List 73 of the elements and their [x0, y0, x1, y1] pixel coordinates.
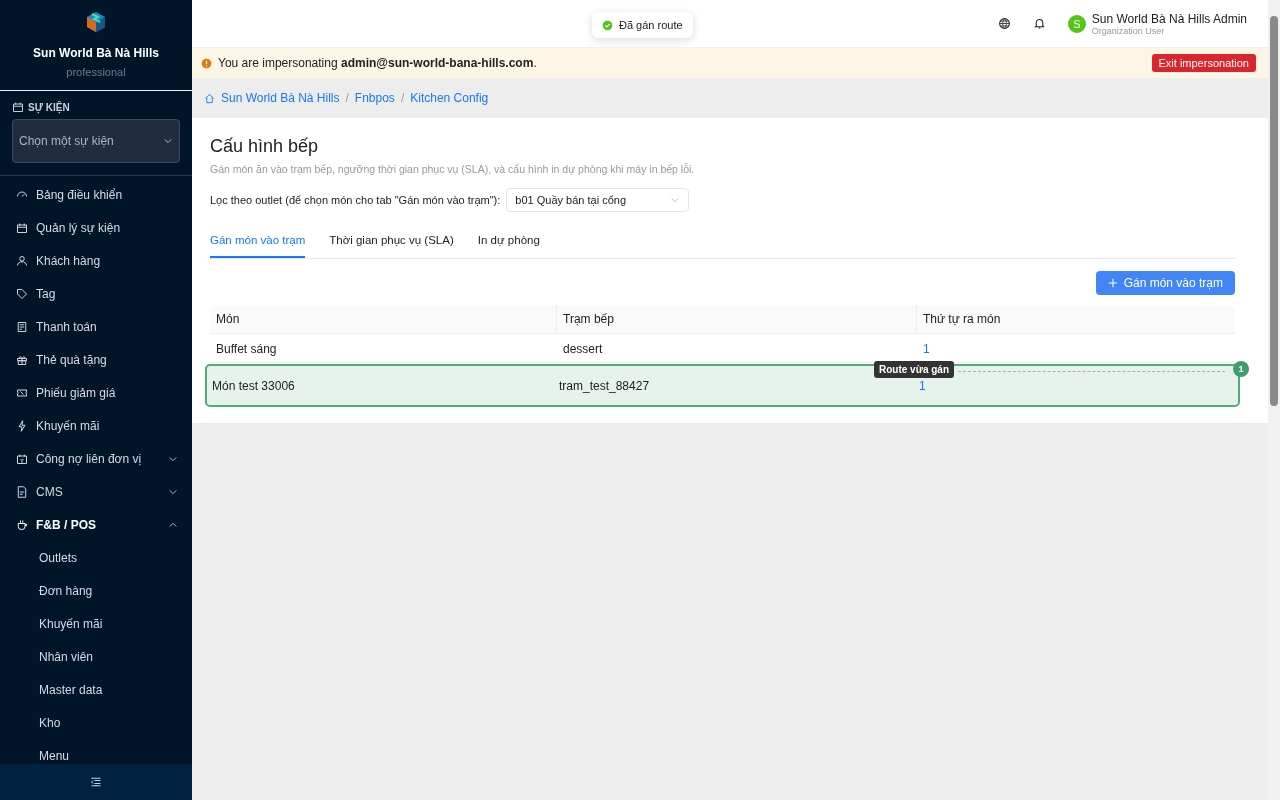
- table-cell-text: dessert: [562, 341, 604, 358]
- table-cell-text: tram_test_88427: [558, 378, 651, 395]
- sidebar-subitem[interactable]: Nhân viên: [0, 640, 192, 673]
- sidebar-subitem[interactable]: Outlets: [0, 541, 192, 574]
- exit-impersonation-button[interactable]: Exit impersonation: [1151, 54, 1256, 72]
- tab[interactable]: Gán món vào trạm: [210, 222, 306, 258]
- sidebar-subitem[interactable]: Kho: [0, 706, 192, 739]
- table-cell-text: 1: [922, 341, 931, 358]
- tag-icon: [16, 287, 28, 300]
- tooltip: Route vừa gán: [874, 361, 955, 378]
- collapse-menu-icon[interactable]: [90, 776, 102, 788]
- sidebar-subitem[interactable]: Khuyến mãi: [0, 607, 192, 640]
- sidebar-subitem[interactable]: Đơn hàng: [0, 574, 192, 607]
- sidebar-item[interactable]: Khách hàng: [0, 244, 192, 277]
- bell-icon[interactable]: [1032, 17, 1046, 30]
- chevron-down-icon: [163, 136, 173, 146]
- section-label: SỰ KIỆN: [28, 101, 70, 113]
- sidebar-item[interactable]: F&B / POS: [0, 508, 192, 541]
- user-name: Sun World Bà Nà Hills Admin: [1091, 11, 1247, 26]
- sidebar-item[interactable]: Bảng điều khiển: [0, 178, 192, 211]
- outlet-select[interactable]: b01 Quầy bán tại cổng: [506, 188, 690, 212]
- page-title: Cấu hình bếp: [210, 136, 320, 157]
- table-cell-text: 1: [918, 378, 927, 395]
- page-subtitle: Gán món ăn vào trạm bếp, ngưỡng thời gian phục vụ (SLA), và cấu hình in dự phòng khi máy in bếp lỗi.: [210, 163, 696, 175]
- scrollbar[interactable]: [1268, 0, 1280, 800]
- sidebar-subitem[interactable]: Master data: [0, 673, 192, 706]
- sidebar-item[interactable]: CMS: [0, 475, 192, 508]
- sidebar-subitem[interactable]: Menu: [0, 739, 192, 764]
- calendar-icon: [12, 101, 24, 113]
- sidebar-item[interactable]: Thanh toán: [0, 310, 192, 343]
- sidebar-item[interactable]: Thẻ quà tặng: [0, 343, 192, 376]
- brand-name: Sun World Bà Nà Hills: [33, 46, 159, 60]
- tab[interactable]: In dự phòng: [477, 222, 540, 258]
- chevron-down-icon: [670, 195, 681, 205]
- sidebar-item[interactable]: Phiếu giảm giá: [0, 376, 192, 409]
- check-circle-icon: [602, 19, 613, 31]
- sidebar-item[interactable]: Khuyến mãi: [0, 409, 192, 442]
- breadcrumb-link[interactable]: Fnbpos: [354, 91, 395, 105]
- gift-icon: [16, 353, 28, 366]
- bolt-icon: [16, 419, 28, 432]
- table-cell-text: Buffet sáng: [215, 341, 278, 358]
- globe-icon[interactable]: [997, 17, 1011, 30]
- calendar-icon: [16, 452, 28, 465]
- user-role: Organization User: [1091, 25, 1166, 36]
- receipt-icon: [16, 320, 28, 333]
- add-button[interactable]: Gán món vào trạm: [1095, 271, 1235, 295]
- breadcrumb-separator: /: [400, 91, 405, 105]
- tab[interactable]: Thời gian phục vụ (SLA): [329, 222, 454, 258]
- table-cell-text: Món test 33006: [211, 378, 296, 395]
- sidebar-item[interactable]: Công nợ liên đơn vị: [0, 442, 192, 475]
- warning-icon: [201, 57, 212, 69]
- cube-logo-icon: [84, 10, 108, 34]
- banner-text: You are impersonating admin@sun-world-bana-hills.com.: [218, 56, 538, 70]
- breadcrumb-link[interactable]: Sun World Bà Nà Hills: [221, 91, 340, 105]
- cup-icon: [16, 518, 28, 531]
- column-header: Món: [210, 305, 557, 333]
- calendar-icon: [16, 221, 28, 234]
- sidebar-item[interactable]: Tag: [0, 277, 192, 310]
- column-header: Thứ tự ra món: [922, 311, 1002, 328]
- column-header: Trạm bếp: [557, 305, 917, 333]
- sidebar-item[interactable]: Quản lý sự kiện: [0, 211, 192, 244]
- home-icon[interactable]: [204, 92, 215, 104]
- breadcrumb-separator: /: [345, 91, 349, 105]
- plus-icon: [1107, 278, 1118, 288]
- event-select[interactable]: Chọn một sự kiện: [12, 119, 180, 163]
- plan-label: professional: [66, 66, 126, 78]
- breadcrumb-link[interactable]: Kitchen Config: [410, 91, 489, 105]
- filter-label: Lọc theo outlet (để chọn món cho tab "Gán món vào trạm"):: [210, 194, 501, 206]
- toast-message: Đã gán route: [619, 19, 683, 31]
- step-badge: 1: [1233, 361, 1249, 377]
- ticket-icon: [16, 386, 28, 399]
- person-icon: [16, 254, 28, 267]
- document-icon: [16, 485, 28, 498]
